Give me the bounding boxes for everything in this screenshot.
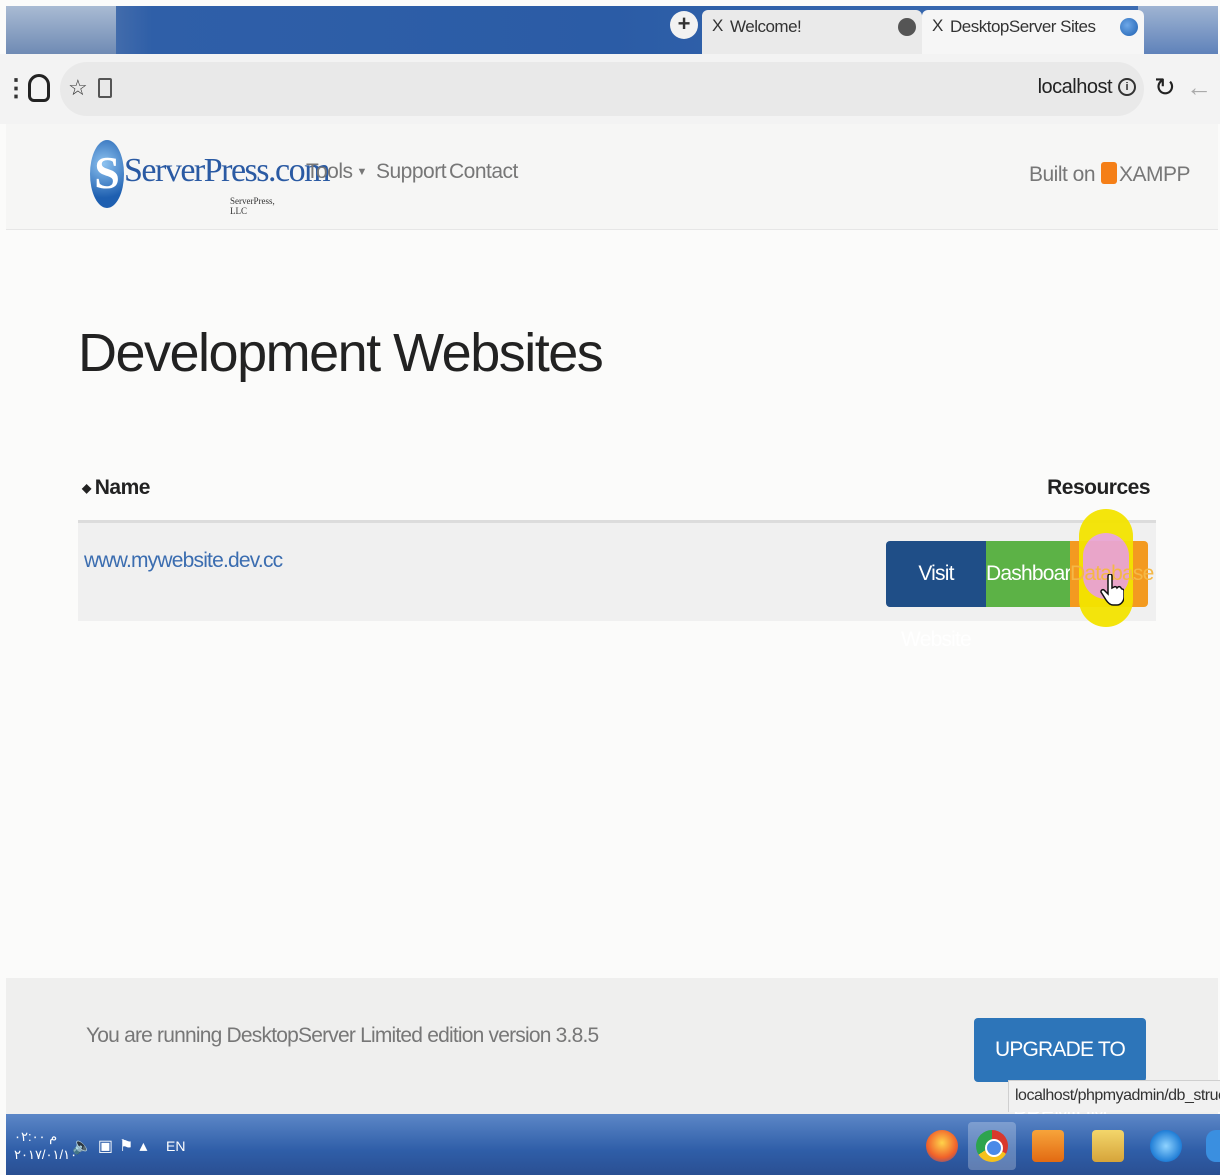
app-icon (1206, 1130, 1220, 1162)
reload-icon[interactable]: ↻ (1154, 72, 1176, 103)
site-header: S ServerPress.com ServerPress, LLC Tools… (6, 124, 1218, 230)
taskbar-file-explorer[interactable] (1084, 1122, 1132, 1170)
internet-explorer-icon (1150, 1130, 1182, 1162)
version-text: You are running DesktopServer Limited ed… (86, 1024, 599, 1047)
info-icon[interactable]: i (1118, 78, 1136, 96)
tab-desktopserver-sites[interactable]: X DesktopServer Sites (922, 10, 1144, 54)
media-player-icon (1032, 1130, 1064, 1162)
taskbar-app-partial[interactable] (1202, 1122, 1220, 1170)
tray-time: ۰۲:۰۰ م (14, 1129, 58, 1144)
show-hidden-icon[interactable]: ▴ (139, 1138, 153, 1155)
address-bar[interactable]: ☆ localhost i (60, 62, 1144, 116)
network-icon[interactable]: ▣ (98, 1138, 119, 1155)
firefox-icon (926, 1130, 958, 1162)
new-tab-button[interactable]: + (670, 11, 698, 39)
tab-title: Welcome! (730, 17, 802, 36)
nav-tools[interactable]: Tools ▼ (306, 160, 367, 184)
window-glass-left (6, 6, 116, 54)
column-header-resources: Resources (1047, 476, 1150, 499)
sort-icon: ◆ (82, 481, 91, 495)
nav-support[interactable]: Support (376, 160, 447, 184)
upgrade-to-premium-button[interactable]: UPGRADE TO PREMIUM (974, 1018, 1146, 1125)
built-on-label: Built on (1029, 163, 1096, 186)
table-row: www.mywebsite.dev.cc Visit Website Dashb… (78, 523, 1156, 651)
star-icon[interactable]: ☆ (68, 75, 88, 101)
taskbar-media-player[interactable] (1024, 1122, 1072, 1170)
page-action-icon[interactable] (98, 78, 112, 98)
taskbar-internet-explorer[interactable] (1142, 1122, 1190, 1170)
taskbar-firefox[interactable] (918, 1122, 966, 1170)
caret-down-icon: ▼ (356, 166, 368, 179)
folder-icon (1092, 1130, 1124, 1162)
logo-text: ServerPress.com (124, 152, 331, 189)
serverpress-favicon-icon (1120, 18, 1138, 36)
logo-mark: S (90, 140, 124, 208)
logo-subtitle: ServerPress, LLC (230, 196, 275, 216)
browser-toolbar: ⋮ ☆ localhost i ↻ ← (0, 54, 1220, 124)
built-on-product: XAMPP (1119, 163, 1191, 186)
tray-icons: 🔈▣⚑▴ (72, 1136, 153, 1156)
screen: + X Welcome! X DesktopServer Sites ⋮ ☆ l… (0, 0, 1220, 1175)
browser-tab-strip: + X Welcome! X DesktopServer Sites (6, 6, 1218, 54)
window-glass-right (1138, 6, 1218, 54)
chrome-icon (976, 1130, 1008, 1162)
tab-close-icon[interactable]: X (712, 16, 723, 36)
tab-welcome[interactable]: X Welcome! (702, 10, 922, 54)
flag-icon[interactable]: ⚑ (119, 1138, 139, 1155)
page-title: Development Websites (78, 323, 604, 383)
dashboard-button[interactable]: Dashboard (986, 541, 1082, 607)
site-name-link[interactable]: www.mywebsite.dev.cc (84, 549, 283, 573)
extension-icon[interactable] (28, 74, 50, 102)
language-indicator[interactable]: EN (166, 1138, 185, 1154)
address-url[interactable]: localhost (1038, 76, 1113, 99)
tab-close-icon[interactable]: X (932, 16, 943, 36)
back-arrow-icon[interactable]: ← (1186, 72, 1212, 103)
globe-icon (898, 18, 916, 36)
column-header-name-label: Name (94, 476, 151, 499)
menu-dots-icon[interactable]: ⋮ (4, 74, 28, 103)
taskbar-chrome[interactable] (968, 1122, 1016, 1170)
volume-icon[interactable]: 🔈 (72, 1138, 98, 1155)
hand-cursor-icon (1100, 574, 1124, 606)
column-header-name[interactable]: ◆ Name (82, 476, 150, 500)
windows-taskbar: ۰۲:۰۰ م ۲۰۱۷/۰۱/۱۰ 🔈▣⚑▴ EN (6, 1114, 1220, 1175)
visit-website-button[interactable]: Visit Website (886, 541, 986, 651)
serverpress-logo[interactable]: S ServerPress.com ServerPress, LLC (90, 138, 331, 216)
built-on-xampp[interactable]: Built on XAMPP (1029, 162, 1191, 187)
tray-date: ۲۰۱۷/۰۱/۱۰ (14, 1147, 78, 1162)
status-bar-url: localhost/phpmyadmin/db_structure.php? (1008, 1080, 1220, 1112)
xampp-icon (1101, 162, 1118, 184)
nav-contact[interactable]: Contact (449, 160, 518, 184)
tab-title: DesktopServer Sites (950, 17, 1096, 36)
tray-clock[interactable]: ۰۲:۰۰ م ۲۰۱۷/۰۱/۱۰ (14, 1128, 77, 1164)
nav-tools-label: Tools (306, 160, 353, 183)
